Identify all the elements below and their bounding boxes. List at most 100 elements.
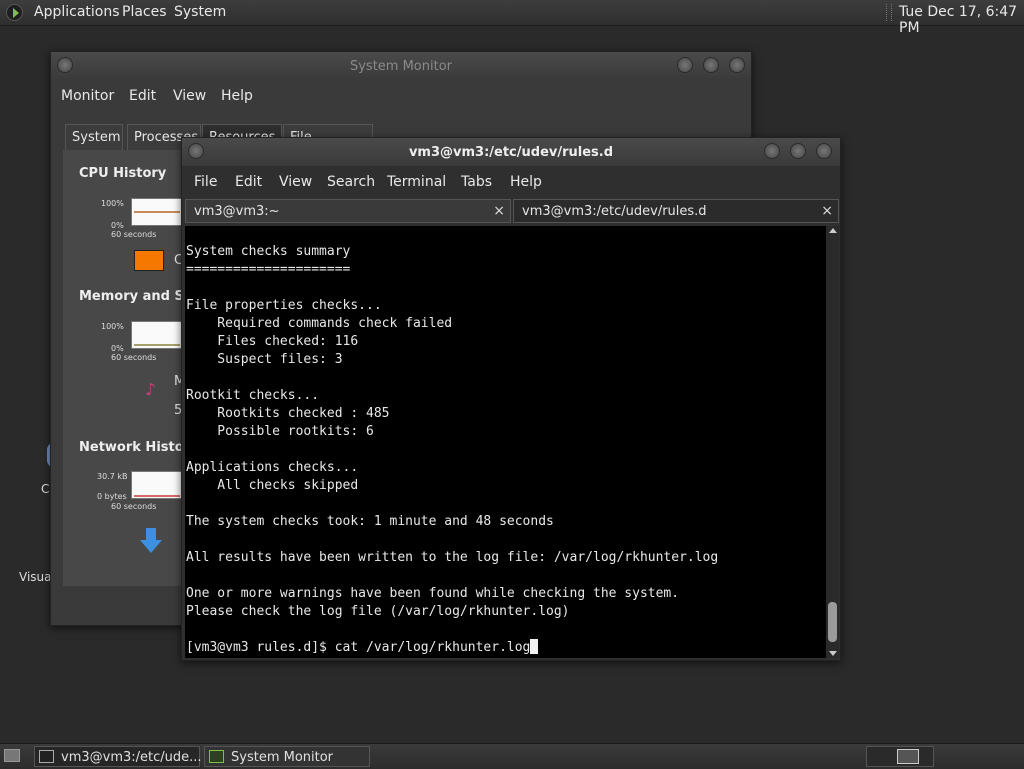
terminal-line: ===================== [186,262,351,277]
taskbar-item-label: vm3@vm3:/etc/ude... [61,750,202,765]
maximize-button[interactable] [790,143,806,159]
taskbar-item-label: System Monitor [231,750,334,765]
menu-view[interactable]: View [173,88,206,104]
terminal-line: The system checks took: 1 minute and 48 … [186,514,554,529]
menu-edit[interactable]: Edit [235,174,262,190]
tab-label: vm3@vm3:/etc/udev/rules.d [522,204,707,219]
clock[interactable]: Tue Dec 17, 6:47 PM [899,4,1024,36]
typed-command: cat /var/log/rkhunter.log [334,640,531,655]
memory-graph-x-label: 60 seconds [111,353,157,362]
scroll-down-arrow-icon[interactable] [829,651,837,656]
terminal-line: File properties checks... [186,298,382,313]
cpu-graph-line [134,211,180,213]
network-graph-x-label: 60 seconds [111,502,157,511]
network-graph [131,471,183,499]
memory-graph-y-bottom: 0% [111,344,124,353]
memory-graph-y-top: 100% [101,322,124,331]
window-menu-button[interactable] [188,143,204,159]
bottom-panel: vm3@vm3:/etc/ude... System Monitor [0,743,1024,769]
window-title: vm3@vm3:/etc/udev/rules.d [408,145,614,160]
system-monitor-icon [209,750,224,763]
menu-terminal[interactable]: Terminal [387,174,446,190]
network-graph-y-top: 30.7 kB [97,472,128,481]
terminal-output[interactable]: System checks summary ===================… [185,226,826,658]
cpu-color-swatch[interactable] [134,250,164,271]
menu-file[interactable]: File [194,174,217,190]
tab-label: vm3@vm3:~ [194,204,280,219]
cpu-graph [131,198,183,226]
menu-edit[interactable]: Edit [129,88,156,104]
cpu-history-title: CPU History [79,166,167,181]
terminal-line: Possible rootkits: 6 [186,424,374,439]
terminal-line: All checks skipped [186,478,359,493]
scroll-up-arrow-icon[interactable] [829,228,837,233]
terminal-line: Applications checks... [186,460,359,475]
terminal-line: Please check the log file (/var/log/rkhu… [186,604,570,619]
show-desktop-icon[interactable] [4,749,20,762]
system-menu[interactable]: System [174,4,226,20]
desktop-icon-label[interactable]: Visua [19,570,52,584]
panel-separator [886,4,892,21]
text-cursor [530,639,539,654]
terminal-scrollbar[interactable] [826,226,839,658]
menu-search[interactable]: Search [327,174,375,190]
close-button[interactable] [729,57,745,73]
close-tab-icon[interactable]: × [821,203,833,219]
terminal-line: Rootkits checked : 485 [186,406,390,421]
minimize-button[interactable] [764,143,780,159]
memory-graph-line [134,344,180,346]
close-button[interactable] [816,143,832,159]
taskbar-item-system-monitor[interactable]: System Monitor [204,746,370,767]
places-menu[interactable]: Places [122,4,167,20]
terminal-lines: System checks summary ===================… [186,243,718,657]
tab-rules-d[interactable]: vm3@vm3:/etc/udev/rules.d × [513,199,839,223]
terminal-window: vm3@vm3:/etc/udev/rules.d File Edit View… [181,137,841,661]
applications-menu[interactable]: Applications [34,4,120,20]
desktop-icon-label[interactable]: C [41,482,49,496]
tab-home[interactable]: vm3@vm3:~ × [185,199,511,223]
network-graph-y-bottom: 0 bytes [97,492,127,501]
system-monitor-titlebar[interactable]: System Monitor [51,52,751,80]
memory-pie-icon[interactable]: ♪ [145,380,156,400]
cpu-graph-y-bottom: 0% [111,221,124,230]
menu-tabs[interactable]: Tabs [461,174,492,190]
terminal-icon [39,750,54,763]
terminal-line: All results have been written to the log… [186,550,719,565]
workspace-switcher[interactable] [866,746,934,767]
network-receive-arrow-icon[interactable] [140,528,162,554]
terminal-line: Required commands check failed [186,316,453,331]
menu-view[interactable]: View [279,174,312,190]
memory-graph [131,321,183,349]
tab-system[interactable]: System [65,124,123,150]
top-panel: Applications Places System Tue Dec 17, 6… [0,0,1024,36]
cpu-graph-y-top: 100% [101,199,124,208]
terminal-line: System checks summary [186,244,351,259]
terminal-line: Files checked: 116 [186,334,359,349]
minimize-button[interactable] [677,57,693,73]
scrollbar-thumb[interactable] [828,602,837,642]
network-graph-line [134,495,180,497]
maximize-button[interactable] [703,57,719,73]
window-menu-button[interactable] [57,57,73,73]
close-tab-icon[interactable]: × [493,203,505,219]
terminal-line: One or more warnings have been found whi… [186,586,680,601]
window-title: System Monitor [349,59,453,74]
taskbar-item-terminal[interactable]: vm3@vm3:/etc/ude... [34,746,202,767]
terminal-prompt-line[interactable]: [vm3@vm3 rules.d]$ cat /var/log/rkhunter… [186,639,718,657]
menu-help[interactable]: Help [221,88,253,104]
terminal-line: Rootkit checks... [186,388,320,403]
cpu-graph-x-label: 60 seconds [111,230,157,239]
shell-prompt: [vm3@vm3 rules.d]$ [186,640,335,655]
terminal-line: Suspect files: 3 [186,352,343,367]
menu-monitor[interactable]: Monitor [61,88,114,104]
terminal-titlebar[interactable]: vm3@vm3:/etc/udev/rules.d [182,138,840,166]
menu-help[interactable]: Help [510,174,542,190]
applications-logo-icon[interactable] [6,4,23,21]
